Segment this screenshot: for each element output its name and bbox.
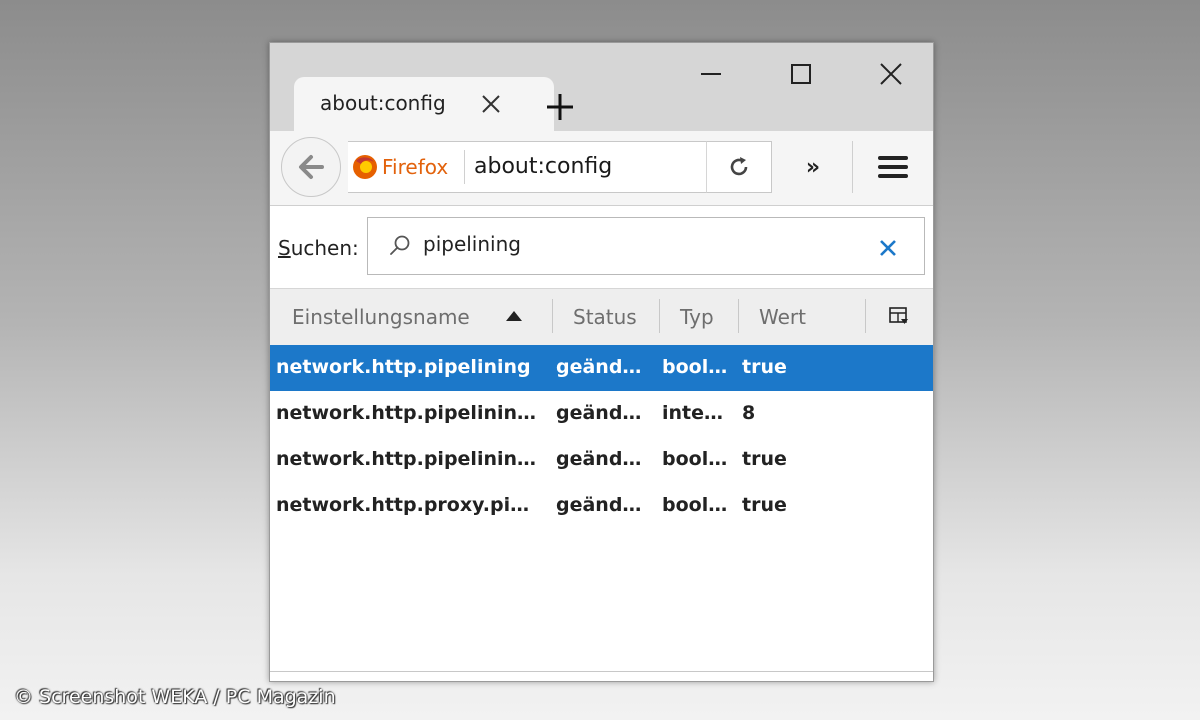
search-value[interactable]: pipelining — [423, 232, 521, 256]
sort-ascending-icon — [506, 311, 522, 321]
preferences-list: network.http.pipelining geänd… bool… tru… — [270, 345, 933, 671]
column-header-row: Einstellungsname Status Typ Wert — [270, 288, 933, 346]
search-label-text: uchen: — [290, 236, 359, 260]
table-row[interactable]: network.http.pipelining geänd… bool… tru… — [270, 345, 933, 391]
toolbar-separator — [852, 141, 853, 193]
title-bar: about:config — [270, 43, 933, 131]
column-picker-icon[interactable] — [888, 305, 910, 327]
column-splitter[interactable] — [865, 299, 866, 333]
url-separator — [464, 150, 465, 184]
column-splitter[interactable] — [738, 299, 739, 333]
tab-title: about:config — [320, 91, 446, 115]
pref-status: geänd… — [556, 356, 642, 378]
pref-name: network.http.pipelining — [276, 356, 531, 378]
column-header-status[interactable]: Status — [573, 305, 637, 329]
search-icon — [390, 235, 410, 255]
pref-type: inte… — [662, 402, 724, 424]
maximize-button[interactable] — [776, 57, 826, 91]
pref-status: geänd… — [556, 402, 642, 424]
pref-name: network.http.pipelinin… — [276, 448, 537, 470]
close-window-button[interactable] — [866, 57, 916, 91]
pref-type: bool… — [662, 494, 728, 516]
search-input[interactable]: pipelining — [367, 217, 925, 275]
minimize-button[interactable] — [686, 57, 736, 91]
column-header-type[interactable]: Typ — [680, 305, 714, 329]
clear-icon — [880, 240, 896, 256]
back-button[interactable] — [281, 137, 341, 197]
menu-button[interactable] — [868, 145, 918, 189]
column-splitter[interactable] — [552, 299, 553, 333]
search-label: Suchen: — [278, 236, 359, 260]
reload-button[interactable] — [706, 141, 772, 193]
table-row[interactable]: network.http.pipelinin… geänd… inte… 8 — [270, 391, 933, 437]
table-row[interactable]: network.http.proxy.pi… geänd… bool… true — [270, 483, 933, 529]
pref-value: true — [742, 494, 787, 516]
close-icon — [880, 63, 902, 85]
pref-name: network.http.proxy.pi… — [276, 494, 530, 516]
plus-icon — [547, 94, 573, 120]
pref-value: true — [742, 356, 787, 378]
bottom-divider — [270, 671, 933, 672]
tab-about-config[interactable]: about:config — [294, 77, 554, 131]
firefox-logo-icon — [353, 155, 377, 179]
search-row: Suchen: pipelining — [270, 206, 933, 286]
pref-value: true — [742, 448, 787, 470]
new-tab-button[interactable] — [540, 87, 580, 127]
minimize-icon — [701, 73, 721, 75]
arrow-left-icon — [299, 155, 324, 179]
toolbar-overflow-button[interactable]: » — [790, 145, 836, 189]
table-row[interactable]: network.http.pipelinin… geänd… bool… tru… — [270, 437, 933, 483]
hamburger-menu-icon — [878, 156, 908, 178]
pref-status: geänd… — [556, 448, 642, 470]
identity-label: Firefox — [382, 155, 449, 179]
reload-icon — [730, 157, 748, 176]
maximize-icon — [791, 64, 811, 84]
url-text[interactable]: about:config — [474, 154, 612, 179]
pref-name: network.http.pipelinin… — [276, 402, 537, 424]
pref-value: 8 — [742, 402, 756, 424]
pref-type: bool… — [662, 356, 728, 378]
browser-window: about:config Firefox about:config » Such… — [269, 42, 934, 682]
copyright-watermark: © Screenshot WEKA / PC Magazin — [14, 686, 336, 708]
column-header-value[interactable]: Wert — [759, 305, 806, 329]
column-header-name[interactable]: Einstellungsname — [292, 305, 470, 329]
search-label-accesskey: S — [278, 236, 291, 260]
tab-close-icon[interactable] — [478, 91, 504, 117]
column-splitter[interactable] — [659, 299, 660, 333]
identity-box[interactable]: Firefox — [352, 142, 448, 192]
navigation-toolbar: Firefox about:config » — [270, 131, 933, 206]
clear-search-button[interactable] — [874, 234, 902, 262]
pref-status: geänd… — [556, 494, 642, 516]
pref-type: bool… — [662, 448, 728, 470]
